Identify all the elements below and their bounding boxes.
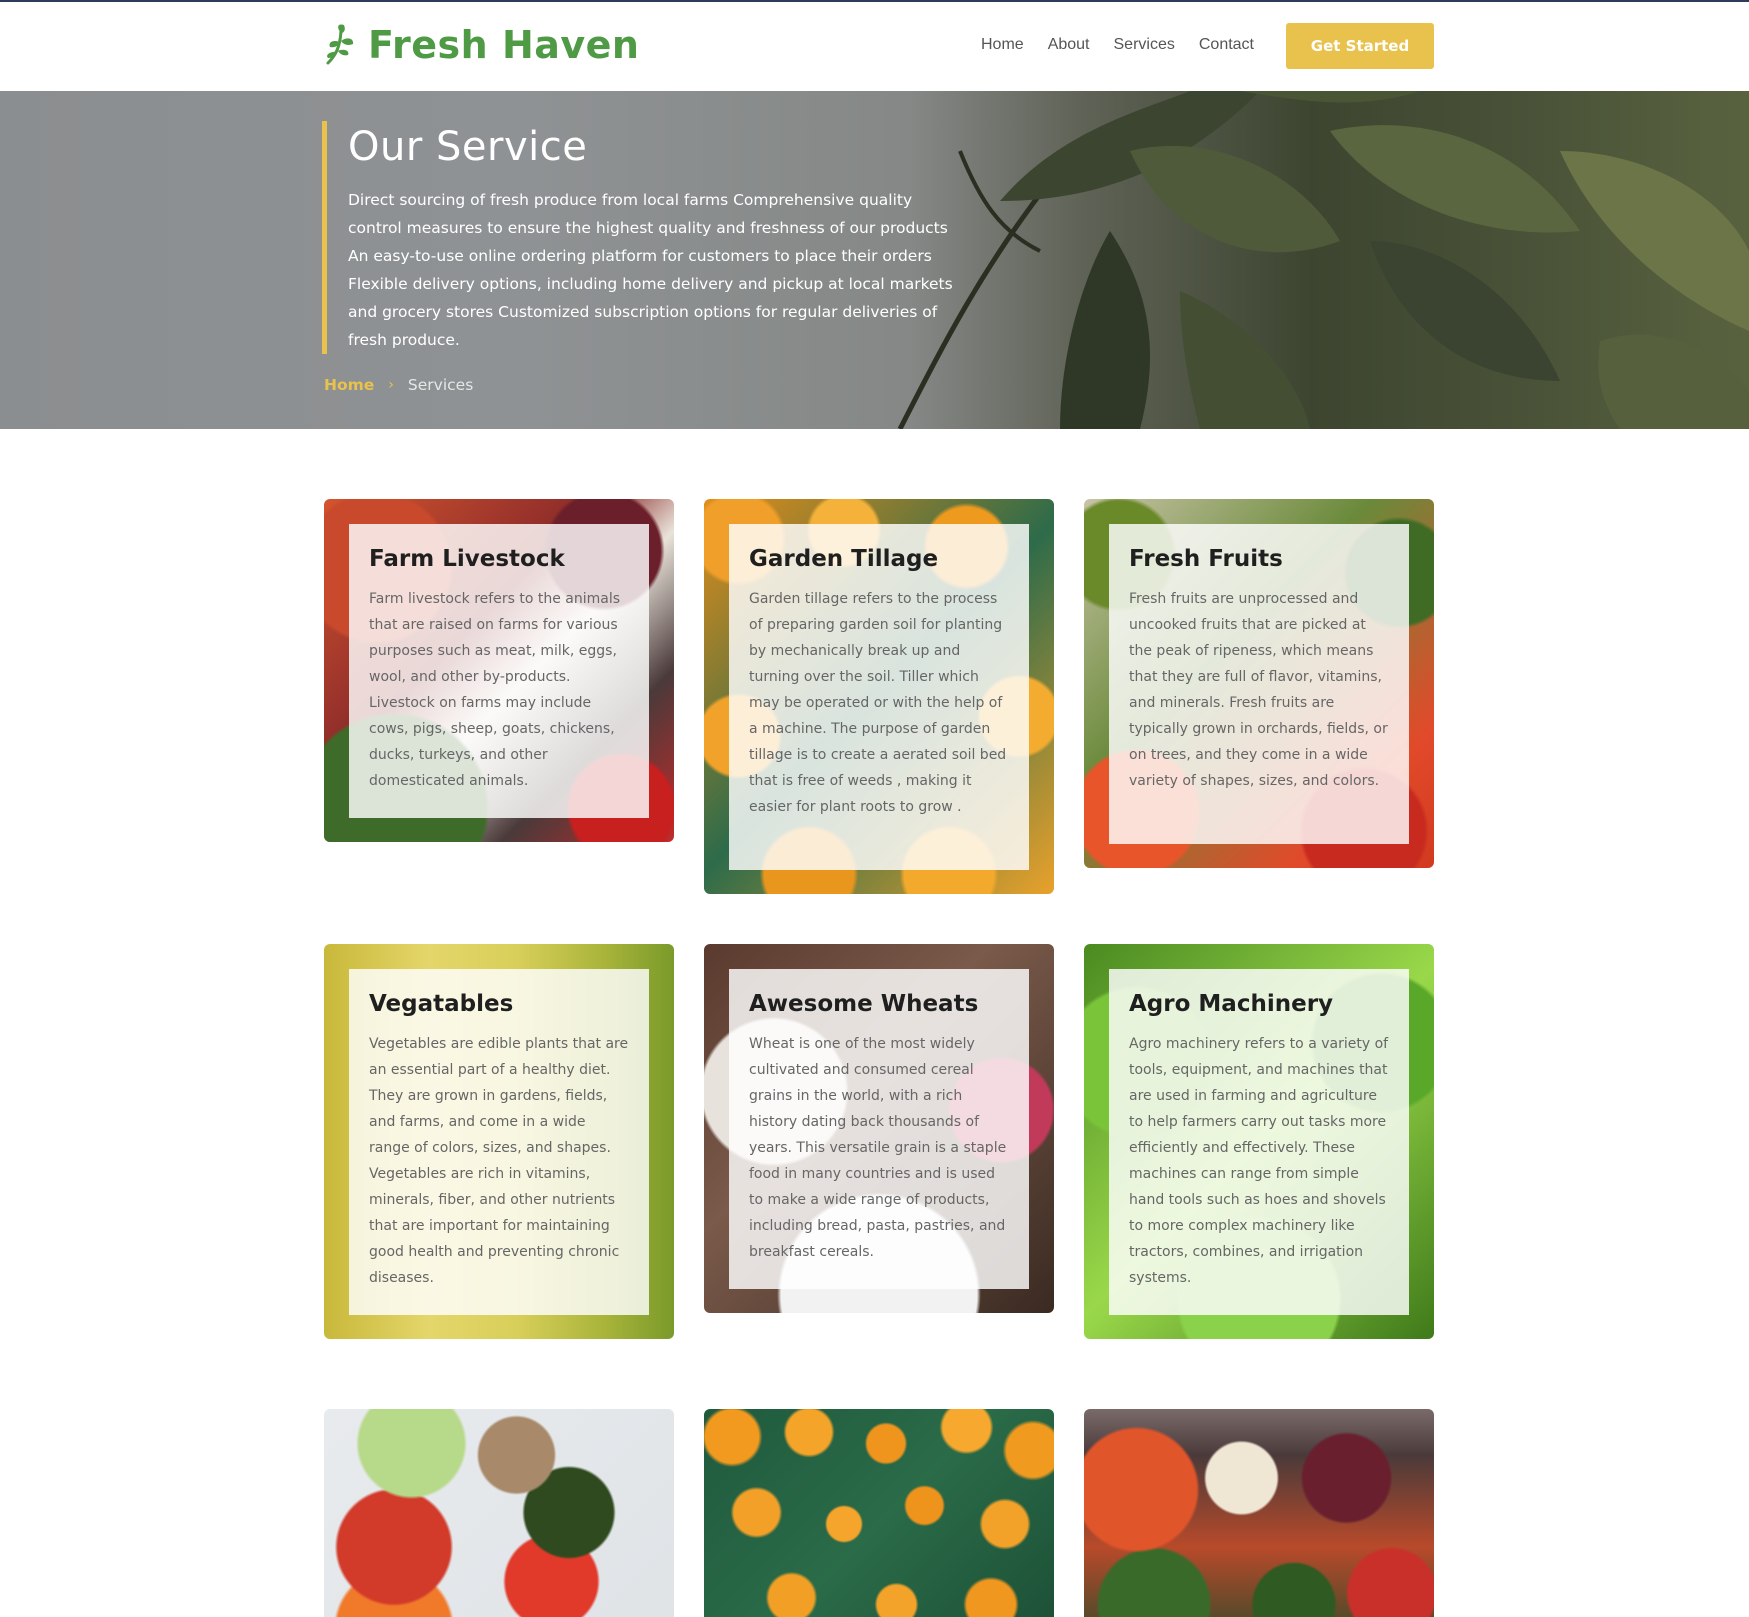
get-started-button[interactable]: Get Started — [1286, 23, 1434, 69]
hero-description: Direct sourcing of fresh produce from lo… — [348, 191, 953, 349]
brand-logo-link[interactable]: Fresh Haven — [322, 22, 639, 68]
card-title: Agro Machinery — [1129, 991, 1334, 1017]
service-card-agro-machinery[interactable]: Agro Machinery Agro machinery refers to … — [1084, 944, 1434, 1339]
main-nav: Home About Services Contact — [981, 35, 1278, 55]
card-title: Fresh Fruits — [1129, 546, 1283, 572]
card-title: Vegatables — [369, 991, 514, 1017]
card-image-oranges — [704, 1409, 1054, 1617]
service-card-farm-livestock[interactable]: Farm Livestock Farm livestock refers to … — [324, 499, 674, 842]
service-card-garden-tillage[interactable]: Garden Tillage Garden tillage refers to … — [704, 499, 1054, 894]
card-panel: Awesome Wheats Wheat is one of the most … — [729, 969, 1029, 1289]
card-text: Agro machinery refers to a variety of to… — [1129, 1036, 1389, 1286]
breadcrumb-home-link[interactable]: Home — [324, 376, 374, 394]
card-panel: Vegatables Vegetables are edible plants … — [349, 969, 649, 1315]
card-panel: Garden Tillage Garden tillage refers to … — [729, 524, 1029, 870]
gallery-image-salad-bowl[interactable] — [324, 1409, 674, 1617]
nav-services[interactable]: Services — [1114, 35, 1175, 55]
card-text: Fresh fruits are unprocessed and uncooke… — [1129, 591, 1388, 789]
card-panel: Fresh Fruits Fresh fruits are unprocesse… — [1109, 524, 1409, 844]
card-image-produce-market — [1084, 1409, 1434, 1617]
hero-accent-bar — [322, 121, 327, 354]
service-card-awesome-wheats[interactable]: Awesome Wheats Wheat is one of the most … — [704, 944, 1054, 1313]
card-text: Wheat is one of the most widely cultivat… — [749, 1036, 1007, 1260]
service-card-fresh-fruits[interactable]: Fresh Fruits Fresh fruits are unprocesse… — [1084, 499, 1434, 868]
leaf-sprig-icon — [326, 24, 354, 65]
card-text: Garden tillage refers to the process of … — [749, 591, 1007, 815]
gallery-image-produce-market[interactable] — [1084, 1409, 1434, 1617]
gallery-image-oranges[interactable] — [704, 1409, 1054, 1617]
card-text: Farm livestock refers to the animals tha… — [369, 591, 621, 789]
card-title: Awesome Wheats — [749, 991, 979, 1017]
card-panel: Farm Livestock Farm livestock refers to … — [349, 524, 649, 818]
card-title: Farm Livestock — [369, 546, 565, 572]
card-panel: Agro Machinery Agro machinery refers to … — [1109, 969, 1409, 1315]
breadcrumb-current: Services — [407, 376, 474, 394]
card-image-salad-bowl — [324, 1409, 674, 1617]
service-card-vegetables[interactable]: Vegatables Vegetables are edible plants … — [324, 944, 674, 1339]
card-text: Vegetables are edible plants that are an… — [369, 1036, 629, 1286]
brand-name: Fresh Haven — [368, 23, 640, 67]
page-title: Our Service — [348, 124, 588, 170]
chevron-right-icon: › — [388, 377, 394, 393]
nav-home[interactable]: Home — [981, 35, 1024, 55]
breadcrumb: Home › Services — [324, 376, 473, 394]
hero-banner: Our Service Direct sourcing of fresh pro… — [0, 91, 1749, 429]
nav-contact[interactable]: Contact — [1199, 35, 1254, 55]
site-header: Fresh Haven Home About Services Contact … — [0, 2, 1749, 91]
card-title: Garden Tillage — [749, 546, 939, 572]
nav-about[interactable]: About — [1048, 35, 1090, 55]
